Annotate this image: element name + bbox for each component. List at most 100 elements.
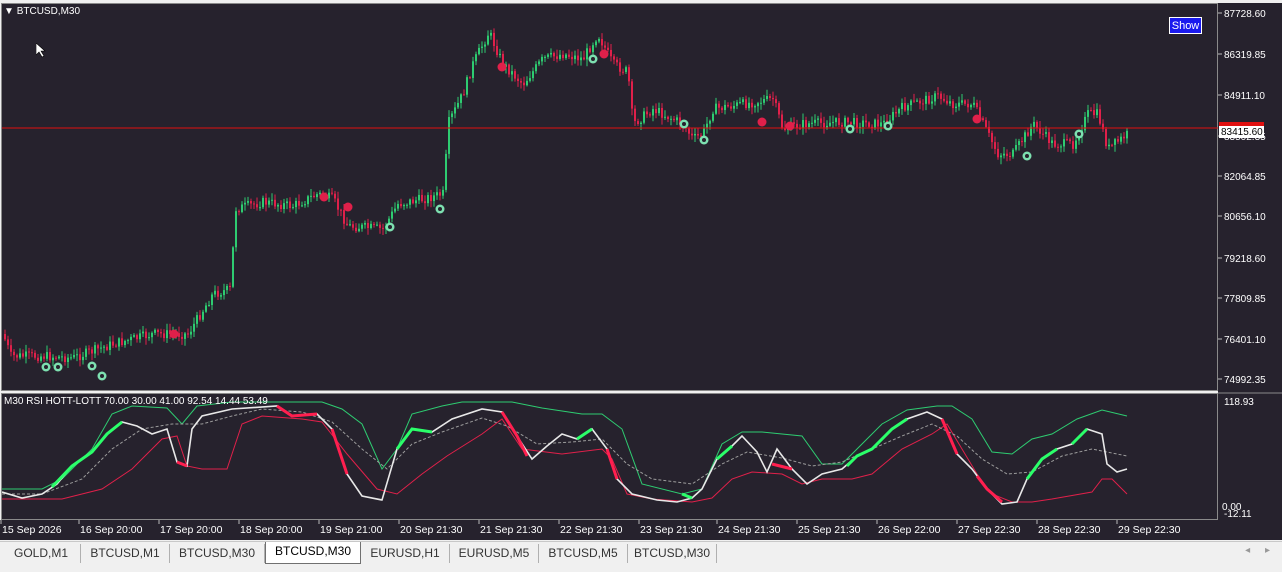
- candle-body: [880, 122, 882, 127]
- candle-body: [487, 35, 489, 45]
- candle-body: [142, 331, 144, 334]
- candle-body: [391, 211, 393, 219]
- candle-body: [1123, 136, 1125, 139]
- price-pane[interactable]: [1, 3, 1219, 392]
- candle-body: [655, 109, 657, 114]
- candle-body: [718, 103, 720, 108]
- candle-body: [646, 111, 648, 115]
- candle-body: [256, 204, 258, 208]
- candle-body: [703, 128, 705, 137]
- chart-tab[interactable]: EURUSD,M5: [450, 544, 539, 563]
- candle-body: [511, 71, 513, 75]
- candle-body: [967, 103, 969, 108]
- candle-body: [205, 305, 207, 312]
- candle-body: [628, 67, 630, 82]
- candle-body: [451, 113, 453, 118]
- candle-body: [34, 352, 36, 358]
- candle-body: [625, 67, 627, 72]
- tab-scroll-controls[interactable]: ◂ ▸: [1233, 545, 1270, 556]
- candle-body: [355, 227, 357, 232]
- rsi-bear-segment: [500, 411, 529, 457]
- candle-body: [121, 338, 123, 346]
- candle-body: [109, 341, 111, 350]
- candle-body: [238, 211, 240, 213]
- candle-body: [691, 133, 693, 136]
- candle-body: [943, 98, 945, 101]
- candle-body: [991, 132, 993, 143]
- candle-body: [730, 106, 732, 109]
- time-axis[interactable]: 15 Sep 2026 16 Sep 20:00 17 Sep 20:00 18 Se…: [0, 520, 1282, 540]
- candle-body: [424, 201, 426, 204]
- time-label: 20 Sep 21:30: [400, 524, 463, 536]
- candle-body: [271, 199, 273, 201]
- time-label: 24 Sep 21:30: [718, 524, 781, 536]
- chart-tab[interactable]: BTCUSD,M1: [81, 544, 170, 563]
- chart-tab[interactable]: BTCUSD,M30: [170, 544, 265, 563]
- candle-body: [745, 99, 747, 109]
- candle-body: [19, 353, 21, 358]
- candle-body: [949, 101, 951, 104]
- price-level-label: 79218.60: [1224, 254, 1266, 265]
- scroll-right-icon[interactable]: ▸: [1265, 545, 1270, 556]
- candle-body: [982, 118, 984, 121]
- candle-body: [88, 348, 90, 350]
- buy-signal-marker: [87, 361, 97, 371]
- candle-body: [616, 59, 618, 63]
- chart-tab[interactable]: BTCUSD,M30: [265, 542, 361, 564]
- candle-body: [304, 204, 306, 206]
- chart-tab[interactable]: GOLD,M1: [2, 544, 81, 563]
- candle-body: [904, 102, 906, 111]
- candle-body: [283, 203, 285, 210]
- chart-window[interactable]: 87728.6086319.8584911.1083502.3582064.85…: [0, 0, 1282, 541]
- candlestick-chart[interactable]: [2, 4, 1219, 392]
- candle-body: [808, 123, 810, 128]
- candle-body: [928, 95, 930, 104]
- candle-body: [466, 77, 468, 95]
- candle-body: [1087, 110, 1089, 117]
- rsi-bull-segment: [50, 420, 123, 489]
- candles: [4, 28, 1128, 369]
- candle-body: [274, 199, 276, 207]
- candle-body: [883, 120, 885, 123]
- scroll-left-icon[interactable]: ◂: [1245, 545, 1250, 556]
- candle-body: [259, 207, 261, 209]
- candle-body: [337, 198, 339, 210]
- candle-body: [841, 124, 843, 127]
- candle-body: [973, 102, 975, 105]
- price-level-label: 86319.85: [1224, 50, 1266, 61]
- candle-body: [412, 199, 414, 204]
- buy-signal-marker: [385, 222, 395, 232]
- candle-body: [598, 38, 600, 42]
- candle-body: [913, 100, 915, 102]
- chart-tab[interactable]: BTCUSD,M30: [628, 544, 717, 563]
- chart-tab[interactable]: EURUSD,H1: [361, 544, 450, 563]
- candle-body: [826, 125, 828, 128]
- candle-body: [1066, 139, 1068, 141]
- sell-signal-marker: [972, 114, 982, 124]
- candle-body: [1018, 141, 1020, 146]
- candle-body: [166, 330, 168, 339]
- candle-body: [661, 107, 663, 118]
- indicator-pane[interactable]: [1, 393, 1218, 520]
- candle-body: [112, 341, 114, 346]
- candle-body: [136, 335, 138, 340]
- candle-body: [331, 192, 333, 194]
- candle-body: [79, 354, 81, 361]
- dropdown-triangle-icon[interactable]: ▼: [4, 6, 14, 17]
- chart-tab[interactable]: BTCUSD,M5: [539, 544, 628, 563]
- candle-body: [601, 38, 603, 46]
- price-scale[interactable]: 87728.6086319.8584911.1083502.3582064.85…: [1218, 3, 1282, 520]
- candle-body: [565, 54, 567, 59]
- candle-body: [301, 205, 303, 207]
- candle-body: [724, 104, 726, 111]
- show-button[interactable]: Show: [1169, 17, 1202, 34]
- candle-body: [64, 356, 66, 363]
- candle-body: [370, 223, 372, 229]
- candle-body: [154, 329, 156, 333]
- buy-signal-marker: [1074, 129, 1084, 139]
- candle-body: [676, 117, 678, 121]
- candle-body: [76, 354, 78, 356]
- candle-body: [307, 196, 309, 205]
- lott-line: [2, 415, 1128, 503]
- candle-body: [145, 331, 147, 339]
